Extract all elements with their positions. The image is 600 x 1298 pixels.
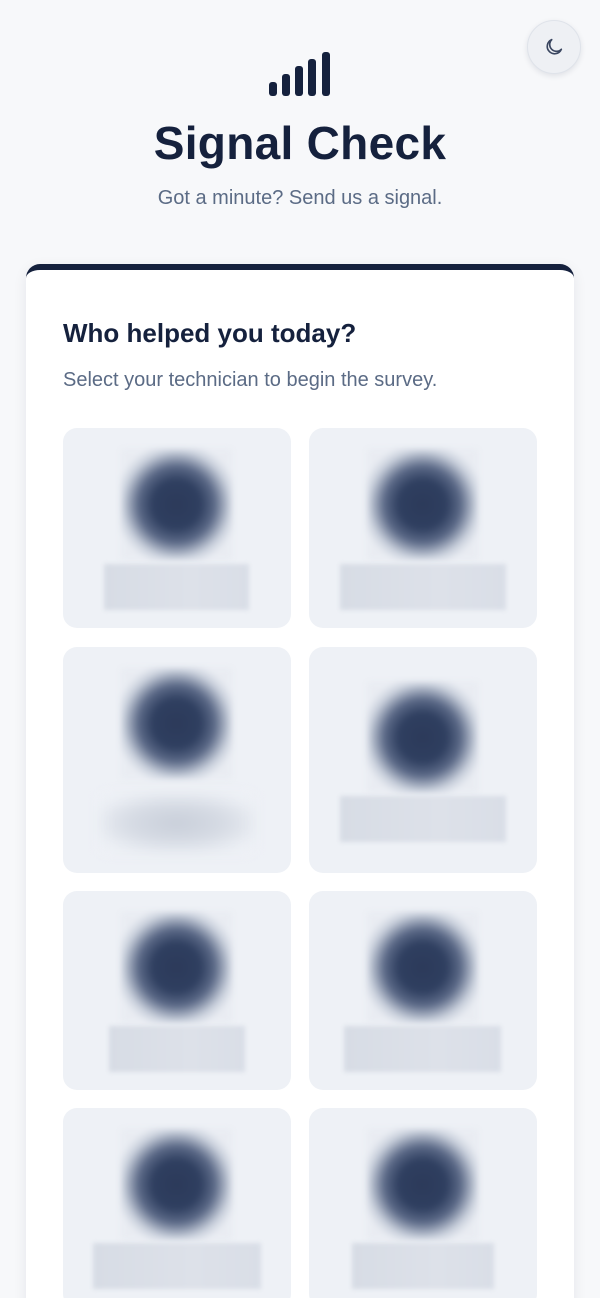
survey-card: Who helped you today? Select your techni…	[26, 264, 574, 1298]
technician-name	[340, 796, 506, 842]
survey-instructions: Select your technician to begin the surv…	[63, 369, 438, 391]
technician-card[interactable]	[309, 891, 537, 1090]
technician-avatar	[367, 449, 478, 560]
technician-avatar	[121, 449, 232, 560]
technician-name	[344, 1026, 501, 1072]
technician-name	[101, 794, 253, 852]
technician-name	[93, 1243, 261, 1289]
technician-card[interactable]	[309, 1108, 537, 1298]
technician-avatar	[367, 912, 478, 1023]
technician-card[interactable]	[63, 891, 291, 1090]
page-title: Signal Check	[153, 117, 447, 169]
technician-card[interactable]	[309, 428, 537, 628]
moon-icon	[546, 38, 563, 55]
technician-name	[352, 1243, 494, 1289]
technician-avatar	[121, 668, 232, 779]
technician-name	[104, 564, 249, 610]
technician-name	[340, 564, 506, 610]
technician-card[interactable]	[309, 647, 537, 873]
page-subtitle: Got a minute? Send us a signal.	[157, 187, 443, 209]
technician-card[interactable]	[63, 428, 291, 628]
technician-card[interactable]	[63, 647, 291, 873]
technician-avatar	[121, 912, 232, 1023]
technician-avatar	[367, 682, 478, 793]
technician-card[interactable]	[63, 1108, 291, 1298]
theme-toggle-button[interactable]	[527, 20, 581, 74]
technician-avatar	[121, 1129, 232, 1240]
signal-bars-icon	[269, 52, 330, 96]
survey-heading: Who helped you today?	[63, 318, 357, 348]
technician-name	[109, 1026, 245, 1072]
technician-avatar	[367, 1129, 478, 1240]
